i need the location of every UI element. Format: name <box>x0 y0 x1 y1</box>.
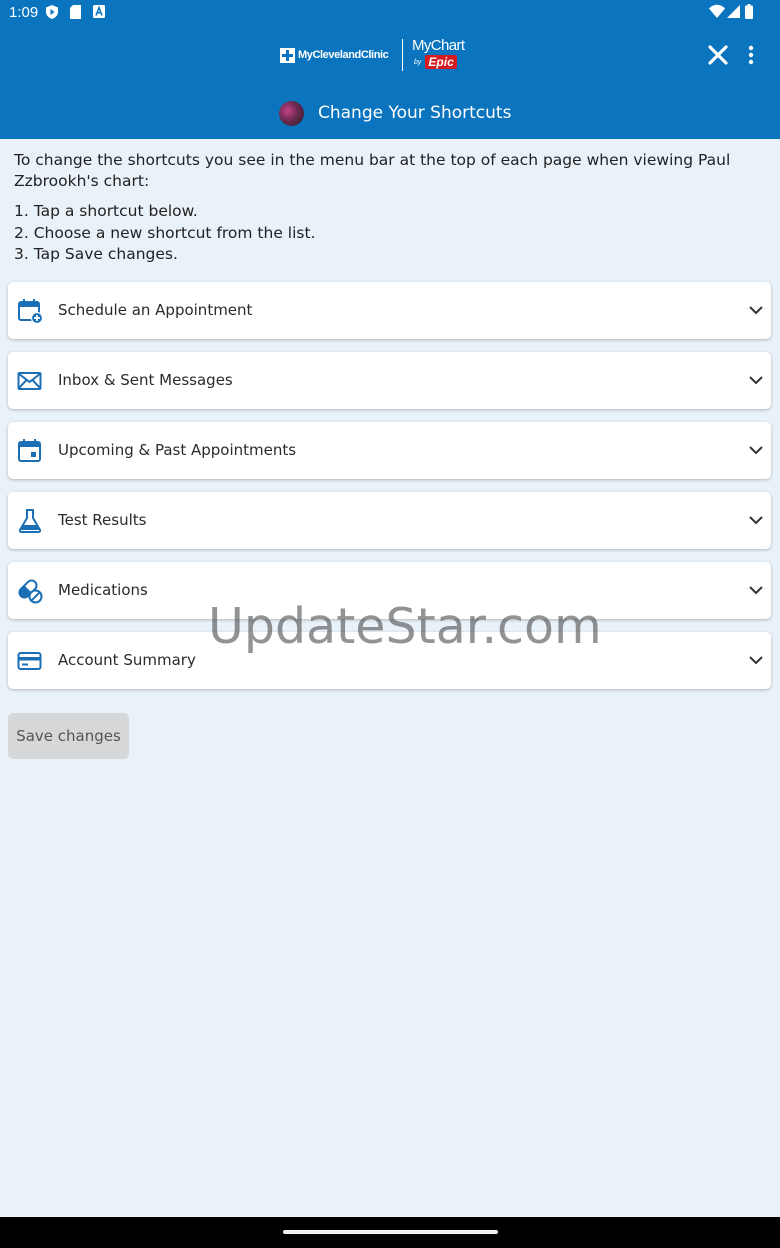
shortcut-upcoming-past-appointments[interactable]: Upcoming & Past Appointments <box>8 422 771 479</box>
chevron-down-icon <box>749 306 763 315</box>
instruction-step: 2. Choose a new shortcut from the list. <box>14 223 316 242</box>
shortcut-label: Schedule an Appointment <box>58 301 253 319</box>
instruction-step: 1. Tap a shortcut below. <box>14 202 198 220</box>
chevron-down-icon <box>749 376 763 385</box>
shortcut-schedule-appointment[interactable]: Schedule an Appointment <box>8 282 771 339</box>
shortcut-medications[interactable]: Medications <box>8 562 771 619</box>
flask-icon <box>18 509 42 533</box>
chevron-down-icon <box>749 446 763 455</box>
medical-cross-icon <box>280 47 295 63</box>
brand-left-text: MyClevelandClinic <box>298 49 389 61</box>
shortcut-test-results[interactable]: Test Results <box>8 492 771 549</box>
status-time: 1:09 <box>9 4 39 21</box>
battery-icon <box>745 4 753 19</box>
avatar <box>279 101 304 126</box>
mychart-logo: MyChart <box>412 37 465 54</box>
shortcut-account-summary[interactable]: Account Summary <box>8 632 771 689</box>
calendar-icon <box>18 439 41 462</box>
sd-card-icon <box>70 5 81 19</box>
envelope-icon <box>17 372 42 390</box>
credit-card-icon <box>17 652 42 670</box>
calendar-plus-icon <box>18 299 43 324</box>
shortcut-label: Test Results <box>58 511 147 529</box>
system-navigation-bar <box>0 1217 780 1248</box>
shortcut-label: Inbox & Sent Messages <box>58 371 233 389</box>
more-options-icon[interactable] <box>742 43 760 67</box>
page-title: Change Your Shortcuts <box>318 103 512 123</box>
wifi-icon <box>709 4 725 18</box>
chevron-down-icon <box>749 586 763 595</box>
pill-icon <box>18 579 43 604</box>
shortcut-inbox-sent-messages[interactable]: Inbox & Sent Messages <box>8 352 771 409</box>
close-icon[interactable] <box>706 43 730 67</box>
epic-logo: by Epic <box>414 54 457 70</box>
app-header: MyClevelandClinic MyChart by Epic Change… <box>0 24 780 139</box>
brand-by-text: by <box>414 58 422 66</box>
brand-epic-text: Epic <box>425 55 457 69</box>
chevron-down-icon <box>749 656 763 665</box>
chevron-down-icon <box>749 516 763 525</box>
shortcut-label: Upcoming & Past Appointments <box>58 441 297 459</box>
cellular-signal-icon <box>727 5 740 18</box>
shortcut-label: Medications <box>58 581 148 599</box>
instruction-step: 3. Tap Save changes. <box>14 245 178 263</box>
logo-divider <box>402 39 403 71</box>
cleveland-clinic-logo: MyClevelandClinic <box>280 46 389 64</box>
shortcut-label: Account Summary <box>58 651 196 669</box>
home-gesture-handle[interactable] <box>283 1230 498 1234</box>
status-bar: 1:09 <box>0 0 780 24</box>
save-changes-button[interactable]: Save changes <box>8 713 129 759</box>
shield-play-icon <box>46 5 58 19</box>
instructions-steps: 1. Tap a shortcut below. 2. Choose a new… <box>14 201 316 266</box>
instructions-intro: To change the shortcuts you see in the m… <box>14 151 731 190</box>
text-a-icon <box>93 5 105 18</box>
